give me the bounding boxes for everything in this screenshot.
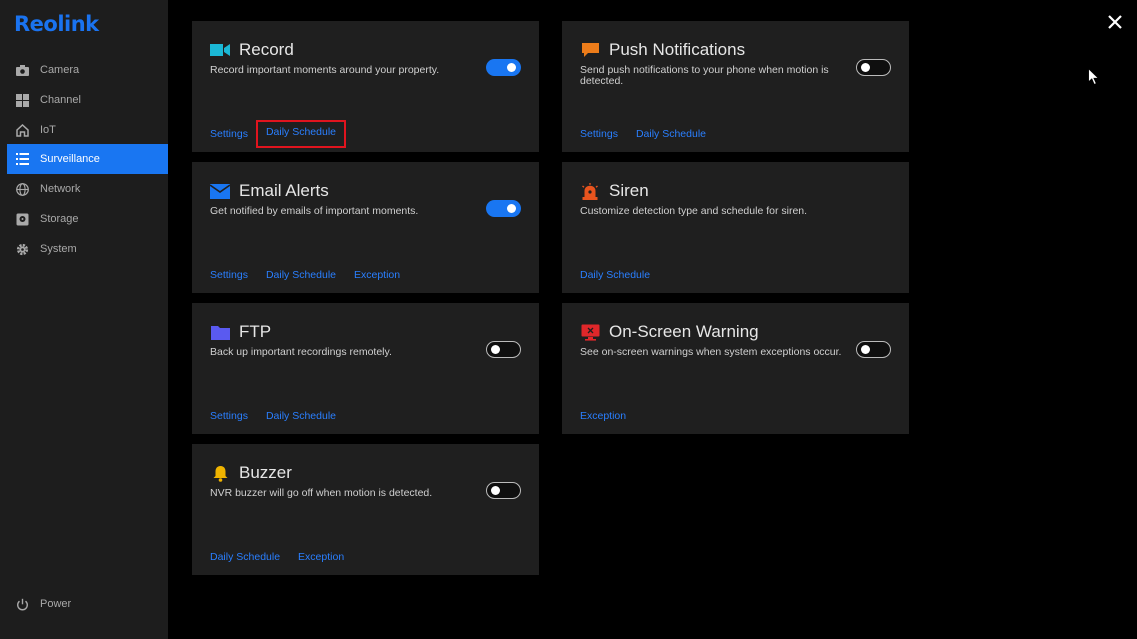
grid-icon: [15, 93, 29, 107]
card-title: Push Notifications: [609, 40, 746, 59]
email-daily-schedule-link[interactable]: Daily Schedule: [266, 269, 336, 281]
sidebar-item-label: Storage: [40, 213, 79, 225]
envelope-icon: [210, 182, 230, 200]
toggle-knob: [491, 344, 500, 354]
folder-icon: [210, 323, 230, 341]
sidebar-item-surveillance[interactable]: Surveillance: [7, 144, 168, 174]
sidebar-item-iot[interactable]: IoT: [7, 115, 168, 145]
buzzer-toggle[interactable]: [486, 482, 521, 499]
push-notifications-card: Push Notifications Send push notificatio…: [562, 21, 909, 152]
sidebar: Reolink Camera Channel IoT Surveillance …: [0, 0, 168, 639]
card-description: NVR buzzer will go off when motion is de…: [210, 487, 433, 499]
sidebar-item-network[interactable]: Network: [7, 174, 168, 204]
push-settings-link[interactable]: Settings: [580, 128, 618, 140]
power-icon: [15, 597, 29, 611]
card-title: FTP: [239, 322, 272, 341]
card-description: Record important moments around your pro…: [210, 64, 440, 76]
email-exception-link[interactable]: Exception: [354, 269, 400, 281]
sidebar-item-storage[interactable]: Storage: [7, 204, 168, 234]
email-alerts-card: Email Alerts Get notified by emails of i…: [192, 162, 539, 293]
sidebar-item-label: Channel: [40, 94, 81, 106]
bell-icon: [210, 464, 230, 482]
chat-bubble-icon: [580, 41, 600, 59]
email-settings-link[interactable]: Settings: [210, 269, 248, 281]
sidebar-item-system[interactable]: System: [7, 234, 168, 264]
sidebar-item-label: Camera: [40, 64, 80, 76]
gear-icon: [15, 242, 29, 256]
toggle-knob: [507, 204, 516, 213]
globe-icon: [15, 182, 29, 196]
card-description: Customize detection type and schedule fo…: [580, 205, 808, 217]
sidebar-item-label: Surveillance: [40, 153, 100, 165]
list-icon: [15, 152, 29, 166]
buzzer-daily-schedule-link[interactable]: Daily Schedule: [210, 551, 280, 563]
record-toggle[interactable]: [486, 59, 521, 76]
siren-icon: [580, 182, 600, 200]
ftp-card: FTP Back up important recordings remotel…: [192, 303, 539, 434]
disk-icon: [15, 212, 29, 226]
ftp-daily-schedule-link[interactable]: Daily Schedule: [266, 410, 336, 422]
sidebar-item-camera[interactable]: Camera: [7, 55, 168, 85]
card-title: Buzzer: [239, 463, 292, 482]
monitor-warning-icon: [580, 323, 600, 341]
sidebar-item-label: Network: [40, 183, 81, 195]
push-daily-schedule-link[interactable]: Daily Schedule: [636, 128, 706, 140]
push-notifications-toggle[interactable]: [856, 59, 891, 76]
toggle-knob: [861, 62, 870, 72]
video-camera-icon: [210, 41, 230, 59]
reolink-logo: Reolink: [14, 12, 99, 36]
ftp-toggle[interactable]: [486, 341, 521, 358]
home-icon: [15, 123, 29, 137]
sidebar-item-channel[interactable]: Channel: [7, 85, 168, 115]
card-title: Record: [239, 40, 294, 59]
card-title: Email Alerts: [239, 181, 329, 200]
email-alerts-toggle[interactable]: [486, 200, 521, 217]
onscreen-exception-link[interactable]: Exception: [580, 410, 626, 422]
mouse-cursor-icon: [1088, 67, 1100, 86]
power-label: Power: [40, 598, 72, 610]
on-screen-warning-toggle[interactable]: [856, 341, 891, 358]
toggle-knob: [861, 344, 870, 354]
card-title: On-Screen Warning: [609, 322, 759, 341]
sidebar-item-label: IoT: [40, 124, 56, 136]
toggle-knob: [507, 63, 516, 72]
close-button[interactable]: [1106, 13, 1124, 31]
close-icon: [1108, 15, 1122, 29]
camera-icon: [15, 63, 29, 77]
card-title: Siren: [609, 181, 649, 200]
card-description: Get notified by emails of important mome…: [210, 205, 419, 217]
card-description: Send push notifications to your phone wh…: [580, 64, 829, 87]
record-settings-link[interactable]: Settings: [210, 128, 248, 140]
power-button[interactable]: Power: [7, 589, 147, 619]
buzzer-exception-link[interactable]: Exception: [298, 551, 344, 563]
siren-card: Siren Customize detection type and sched…: [562, 162, 909, 293]
card-description: See on-screen warnings when system excep…: [580, 346, 842, 358]
record-card: Record Record important moments around y…: [192, 21, 539, 152]
on-screen-warning-card: On-Screen Warning See on-screen warnings…: [562, 303, 909, 434]
buzzer-card: Buzzer NVR buzzer will go off when motio…: [192, 444, 539, 575]
card-description: Back up important recordings remotely.: [210, 346, 392, 358]
siren-daily-schedule-link[interactable]: Daily Schedule: [580, 269, 650, 281]
ftp-settings-link[interactable]: Settings: [210, 410, 248, 422]
record-daily-schedule-link[interactable]: Daily Schedule: [255, 120, 347, 148]
toggle-knob: [491, 485, 500, 495]
sidebar-item-label: System: [40, 243, 77, 255]
